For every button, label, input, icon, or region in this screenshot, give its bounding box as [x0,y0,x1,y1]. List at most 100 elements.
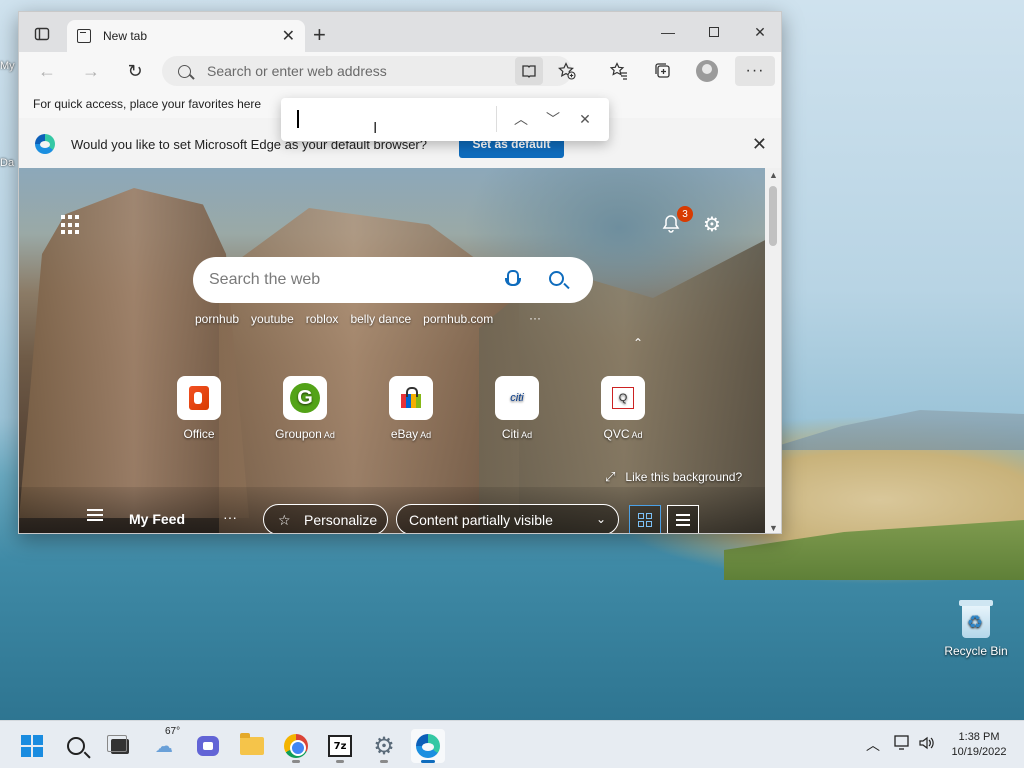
active-indicator [421,760,435,763]
running-indicator [336,760,344,763]
address-bar[interactable]: Search or enter web address [162,56,572,86]
quick-link-label: Citi [501,427,520,441]
list-view-button[interactable] [667,505,699,533]
citi-logo-icon: citi [510,392,524,404]
quick-link-label: Office [183,427,215,441]
start-button[interactable] [15,729,49,763]
page-scrollbar[interactable]: ▲ ▼ [765,168,781,533]
tab-new-tab[interactable]: New tab ✕ [67,20,305,52]
7zip-icon: 7z [328,735,352,757]
search-icon[interactable] [549,271,564,286]
trending-searches: pornhub youtube roblox belly dance pornh… [195,312,505,326]
minimize-button[interactable]: — [645,12,691,52]
folder-icon [240,733,264,755]
profile-button[interactable] [693,57,721,85]
ad-label: Ad [420,430,432,440]
find-previous-chevron-up-icon[interactable]: ︿ [510,108,532,130]
file-explorer-button[interactable] [235,729,269,763]
new-tab-button[interactable]: + [313,24,326,46]
star-add-icon [558,62,576,80]
collapse-chevron-up-icon[interactable]: ⌃ [633,336,643,350]
infobar-close-icon[interactable]: ✕ [752,134,767,155]
quick-link-label: QVC [603,427,630,441]
back-button[interactable]: ← [33,59,61,83]
taskbar-search-button[interactable] [59,729,93,763]
collections-button[interactable] [649,57,677,85]
text-caret [297,110,299,128]
widgets-button[interactable]: ☁ 67° [147,725,181,763]
find-input[interactable] [293,106,489,132]
like-background-text: Like this background? [625,470,743,484]
task-view-button[interactable] [103,729,137,763]
system-clock[interactable]: 1:38 PM 10/19/2022 [946,730,1012,760]
scroll-up-arrow-icon[interactable]: ▲ [769,170,778,180]
favorites-bar-hint: For quick access, place your favorites h… [33,97,262,111]
edge-logo-icon [35,134,55,154]
trending-link[interactable]: pornhub.com [423,312,493,326]
tab-close-icon[interactable]: ✕ [282,26,295,46]
list-view-icon [676,514,690,526]
volume-speaker-icon[interactable] [918,735,936,754]
chrome-button[interactable] [279,729,313,763]
content-visibility-dropdown[interactable]: Content partially visible ⌄ [396,504,619,533]
maximize-button[interactable] [691,12,737,52]
settings-and-more-button[interactable]: ··· [735,56,775,86]
quick-link-label: eBay [390,427,419,441]
qvc-logo-icon: Q [612,387,634,409]
weather-temperature: 67° [165,725,181,737]
trending-link[interactable]: youtube [251,312,294,326]
personalize-button[interactable]: ☆ Personalize [263,504,388,533]
feed-more-button[interactable]: ··· [223,509,237,525]
desktop-icon-label-partial[interactable]: My [0,60,15,72]
find-next-chevron-down-icon[interactable]: ﹀ [542,108,564,130]
forward-button[interactable]: → [77,59,105,83]
edge-taskbar-button[interactable] [411,729,445,763]
scroll-down-arrow-icon[interactable]: ▼ [769,523,778,533]
hamburger-menu-icon[interactable] [87,509,103,521]
trending-link[interactable]: pornhub [195,312,239,326]
chat-button[interactable] [191,729,225,763]
trending-link[interactable]: roblox [306,312,339,326]
running-indicator [292,760,300,763]
groupon-logo-icon: G [290,383,320,413]
find-in-page-bar: I ︿ ﹀ ✕ [281,98,609,141]
edge-icon [416,734,440,758]
settings-gear-icon: ⚙ [373,732,395,760]
like-background-link[interactable]: ⤢ Like this background? [605,469,742,485]
close-window-button[interactable]: ✕ [737,12,781,52]
grid-view-icon [638,513,652,527]
recycle-bin[interactable]: ♻ Recycle Bin [944,598,1008,658]
read-aloud-button[interactable] [515,57,543,85]
chevron-down-icon: ⌄ [595,512,606,526]
trending-more-button[interactable]: ··· [529,311,541,325]
grid-view-button[interactable] [629,505,661,533]
refresh-button[interactable]: ↻ [121,59,149,83]
settings-button[interactable]: ⚙ [367,729,401,763]
7zip-button[interactable]: 7z [323,729,357,763]
quick-link-qvc[interactable]: Q QVC Ad [583,376,663,441]
app-launcher-icon[interactable] [61,215,81,235]
desktop-icon-label-partial[interactable]: Da [0,157,14,169]
title-bar: New tab ✕ + — ✕ [19,12,781,52]
web-search-box[interactable]: Search the web [193,257,593,303]
page-settings-gear-icon[interactable]: ⚙ [703,212,721,237]
tab-actions-button[interactable] [27,22,57,46]
trending-link[interactable]: belly dance [350,312,411,326]
expand-arrow-icon: ⤢ [605,469,616,484]
network-monitor-icon[interactable] [894,735,912,754]
ebay-bag-icon [399,386,423,410]
tab-actions-icon [34,27,50,41]
quick-link-ebay[interactable]: eBay Ad [371,376,451,441]
avatar [696,60,718,82]
show-hidden-icons-chevron-up-icon[interactable]: ︿ [866,735,880,755]
quick-link-groupon[interactable]: G Groupon Ad [265,376,345,441]
favorites-button[interactable] [605,57,633,85]
add-favorite-button[interactable] [553,57,581,85]
personalize-label: Personalize [304,511,378,528]
scrollbar-thumb[interactable] [769,186,777,246]
quick-link-office[interactable]: Office [159,376,239,441]
my-feed-title[interactable]: My Feed [129,511,185,527]
find-close-icon[interactable]: ✕ [574,108,596,130]
quick-link-citi[interactable]: citi Citi Ad [477,376,557,441]
microphone-icon[interactable] [505,270,521,290]
